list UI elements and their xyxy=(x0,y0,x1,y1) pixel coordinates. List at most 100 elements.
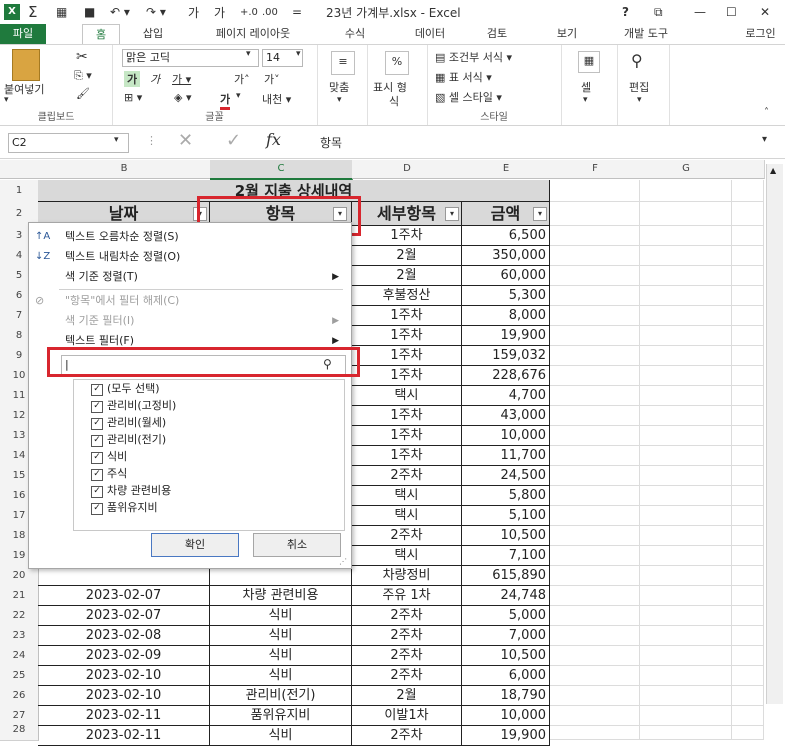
editing-dropdown-icon[interactable]: ▾ xyxy=(637,95,642,105)
tab-insert[interactable]: 삽입 xyxy=(130,24,176,44)
empty-cell[interactable] xyxy=(550,286,640,306)
paste-icon[interactable] xyxy=(12,49,40,81)
help-button[interactable]: ? xyxy=(622,2,629,22)
paste-button[interactable]: 붙여넣기 xyxy=(4,81,44,97)
empty-cell[interactable] xyxy=(640,366,732,386)
empty-cell[interactable] xyxy=(640,202,732,226)
row-header[interactable]: 28 xyxy=(0,720,39,741)
name-box[interactable]: C2 xyxy=(8,133,129,153)
cancel-icon[interactable]: ✕ xyxy=(178,130,193,151)
italic-icon[interactable]: 가 xyxy=(150,71,160,87)
header-amount[interactable]: 금액 ▾ xyxy=(462,202,550,226)
empty-cell[interactable] xyxy=(732,266,764,286)
empty-cell[interactable] xyxy=(640,426,732,446)
binoculars-icon[interactable]: ⚲ xyxy=(631,51,643,70)
shrink-font-icon[interactable]: 가˅ xyxy=(264,71,280,87)
tab-home[interactable]: 홈 xyxy=(82,24,120,45)
grow-font-icon[interactable]: 가˄ xyxy=(234,71,250,87)
empty-cell[interactable] xyxy=(550,686,640,706)
tab-review[interactable]: 검토 xyxy=(472,24,522,44)
empty-cell[interactable] xyxy=(732,386,764,406)
font-size-dropdown-icon[interactable]: ▾ xyxy=(296,49,301,59)
empty-cell[interactable] xyxy=(640,346,732,366)
empty-cell[interactable] xyxy=(640,326,732,346)
font-decrease-icon[interactable]: 가 xyxy=(214,2,225,22)
cell-amount[interactable]: 60,000 xyxy=(462,266,550,286)
ribbon-display-icon[interactable]: ⧉ xyxy=(654,2,663,22)
empty-cell[interactable] xyxy=(732,586,764,606)
empty-cell[interactable] xyxy=(732,666,764,686)
empty-cell[interactable] xyxy=(732,526,764,546)
empty-cell[interactable] xyxy=(640,306,732,326)
empty-cell[interactable] xyxy=(732,326,764,346)
empty-cell[interactable] xyxy=(550,226,640,246)
cell-detail[interactable]: 후불정산 xyxy=(352,286,462,306)
cell-amount[interactable]: 19,900 xyxy=(462,726,550,746)
cell-detail[interactable]: 1주차 xyxy=(352,406,462,426)
empty-cell[interactable] xyxy=(640,626,732,646)
number-format-button-line2[interactable]: 식 xyxy=(389,93,399,109)
cell-date[interactable]: 2023-02-09 xyxy=(38,646,210,666)
empty-cell[interactable] xyxy=(732,226,764,246)
tab-data[interactable]: 데이터 xyxy=(402,24,458,44)
cell-detail[interactable]: 1주차 xyxy=(352,446,462,466)
cell-date[interactable]: 2023-02-10 xyxy=(38,666,210,686)
empty-cell[interactable] xyxy=(550,406,640,426)
tab-file[interactable]: 파일 xyxy=(0,24,46,44)
checkbox-checked-icon[interactable]: ✓ xyxy=(91,486,103,498)
alignment-button[interactable]: 맞춤 xyxy=(329,79,349,95)
empty-cell[interactable] xyxy=(640,506,732,526)
border-icon[interactable]: ⊞ ▾ xyxy=(124,91,142,104)
cell-date[interactable]: 2023-02-08 xyxy=(38,626,210,646)
fill-color-icon[interactable]: ◈ ▾ xyxy=(174,91,191,104)
cell-item[interactable]: 차량 관련비용 xyxy=(210,586,352,606)
cell-amount[interactable]: 615,890 xyxy=(462,566,550,586)
row-header[interactable]: 22 xyxy=(0,606,39,627)
empty-cell[interactable] xyxy=(640,686,732,706)
empty-cell[interactable] xyxy=(550,306,640,326)
conditional-format-button[interactable]: ▤ 조건부 서식 ▾ xyxy=(435,49,512,65)
cell-detail[interactable]: 택시 xyxy=(352,546,462,566)
font-name-dropdown-icon[interactable]: ▾ xyxy=(246,49,251,59)
cell-detail[interactable]: 1주차 xyxy=(352,426,462,446)
cell-detail[interactable]: 2월 xyxy=(352,266,462,286)
empty-cell[interactable] xyxy=(640,546,732,566)
empty-cell[interactable] xyxy=(640,406,732,426)
percent-icon[interactable]: % xyxy=(385,51,409,75)
row-header[interactable]: 23 xyxy=(0,626,39,647)
empty-cell[interactable] xyxy=(550,386,640,406)
formula-input[interactable]: 항목 xyxy=(320,134,342,151)
cell-detail[interactable]: 1주차 xyxy=(352,346,462,366)
alignment-dropdown-icon[interactable]: ▾ xyxy=(337,95,342,105)
empty-cell[interactable] xyxy=(640,386,732,406)
cell-detail[interactable]: 2월 xyxy=(352,246,462,266)
empty-cell[interactable] xyxy=(550,366,640,386)
cell-amount[interactable]: 11,700 xyxy=(462,446,550,466)
cell-amount[interactable]: 5,000 xyxy=(462,606,550,626)
empty-cell[interactable] xyxy=(640,266,732,286)
empty-cell[interactable] xyxy=(732,246,764,266)
column-header-f[interactable]: F xyxy=(550,160,641,179)
empty-cell[interactable] xyxy=(550,180,640,202)
empty-cell[interactable] xyxy=(732,720,764,740)
cell-amount[interactable]: 5,800 xyxy=(462,486,550,506)
tab-view[interactable]: 보기 xyxy=(542,24,592,44)
cell-date[interactable]: 2023-02-11 xyxy=(38,706,210,726)
empty-cell[interactable] xyxy=(550,426,640,446)
cell-detail[interactable]: 2주차 xyxy=(352,526,462,546)
empty-cell[interactable] xyxy=(732,626,764,646)
cell-detail[interactable]: 차량정비 xyxy=(352,566,462,586)
cell-item[interactable]: 품위유지비 xyxy=(210,706,352,726)
expand-formula-icon[interactable]: ▾ xyxy=(762,134,767,145)
maximize-button[interactable]: ☐ xyxy=(726,2,737,22)
cell-amount[interactable]: 24,500 xyxy=(462,466,550,486)
cell-item[interactable]: 식비 xyxy=(210,726,352,746)
decimal-decrease-icon[interactable]: .00 xyxy=(262,2,278,22)
cell-item[interactable]: 식비 xyxy=(210,606,352,626)
table-icon[interactable]: ▦ xyxy=(56,2,67,22)
phonetic-icon[interactable]: 내천 ▾ xyxy=(262,91,291,107)
scroll-up-icon[interactable]: ▲ xyxy=(770,166,776,175)
empty-cell[interactable] xyxy=(550,666,640,686)
cell-item[interactable]: 관리비(전기) xyxy=(210,686,352,706)
tab-formulas[interactable]: 수식 xyxy=(330,24,380,44)
